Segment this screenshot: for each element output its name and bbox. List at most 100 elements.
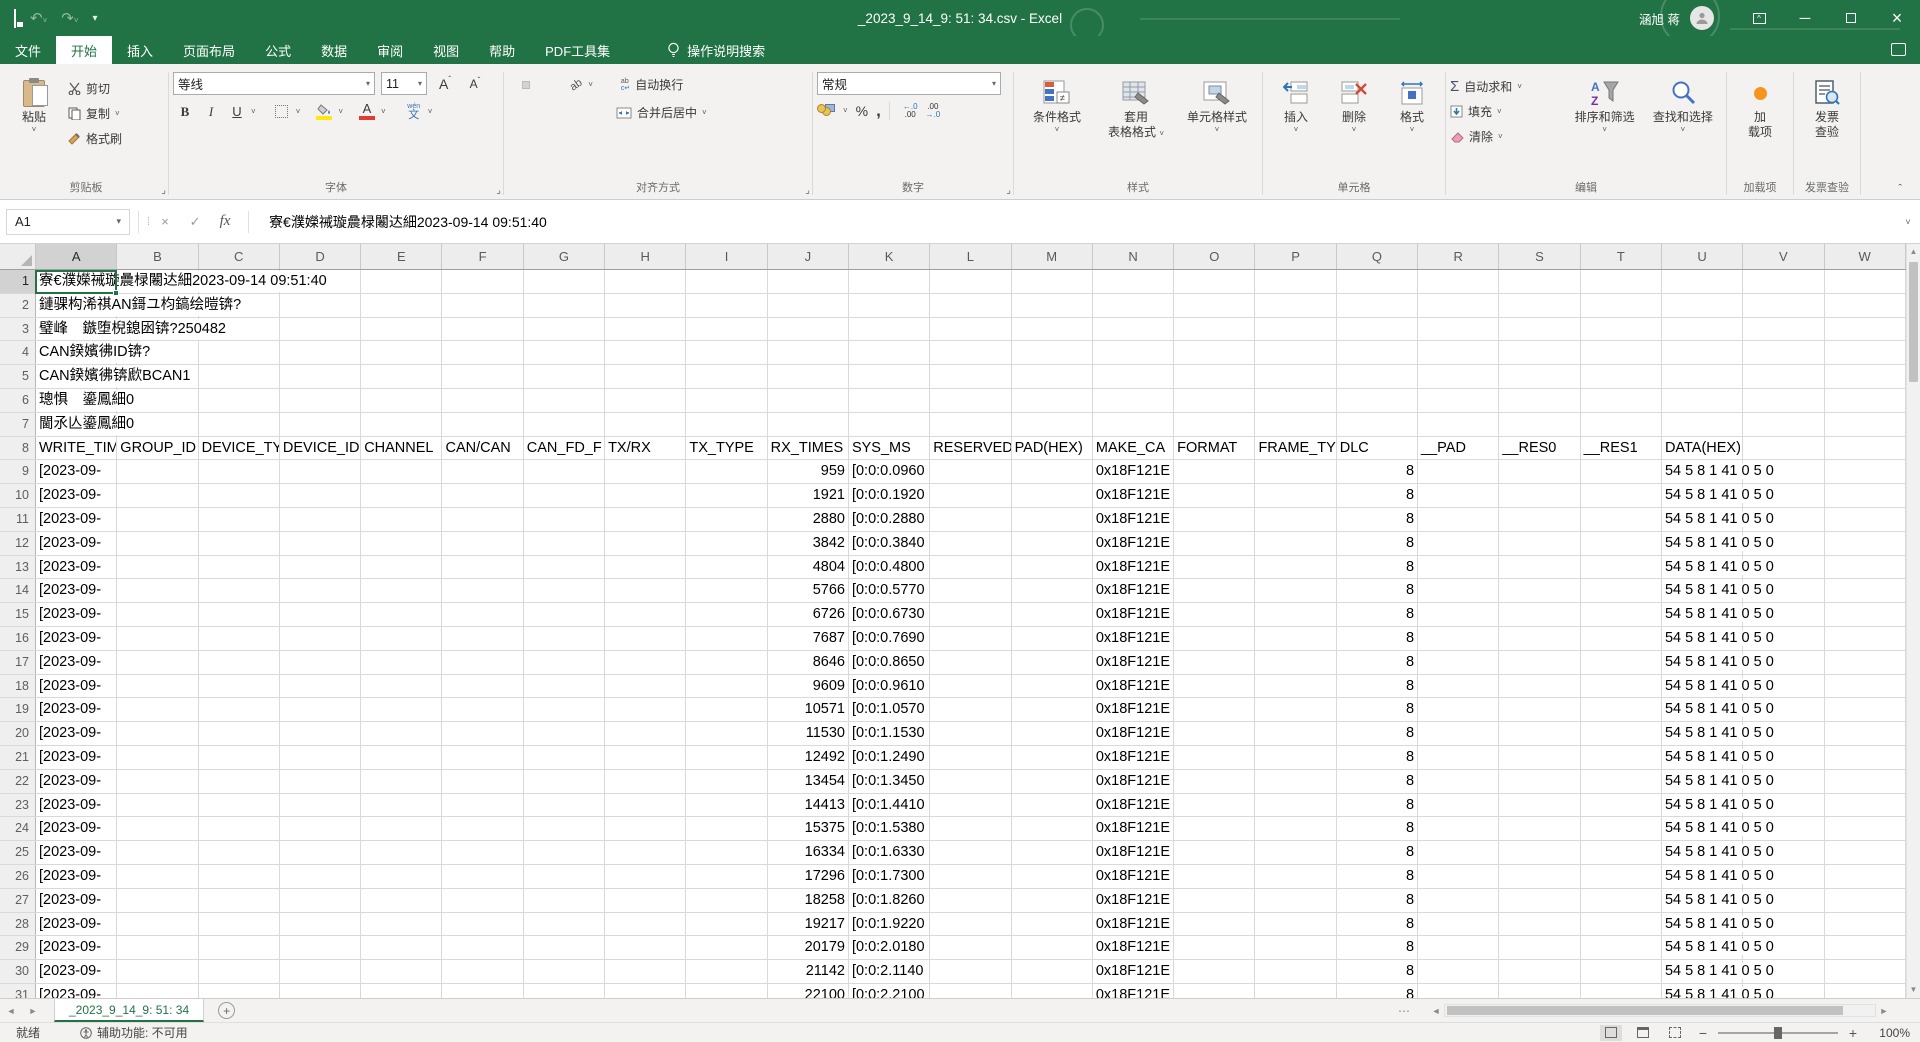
cell-R10[interactable] bbox=[1418, 484, 1499, 507]
cell-E1[interactable] bbox=[361, 270, 442, 293]
cell-B11[interactable] bbox=[117, 508, 198, 531]
cell-K6[interactable] bbox=[849, 389, 930, 412]
cell-K19[interactable]: [0:0:1.0570 bbox=[849, 698, 930, 721]
number-dialog-launcher-icon[interactable]: ⌟ bbox=[1006, 182, 1011, 200]
cell-C14[interactable] bbox=[199, 579, 280, 602]
cell-J7[interactable] bbox=[768, 413, 849, 436]
cell-K21[interactable]: [0:0:1.2490 bbox=[849, 746, 930, 769]
cell-I31[interactable] bbox=[686, 984, 767, 998]
cell-F31[interactable] bbox=[442, 984, 523, 998]
cell-C23[interactable] bbox=[199, 794, 280, 817]
addins-button[interactable]: 加载项 bbox=[1731, 72, 1789, 179]
cell-C19[interactable] bbox=[199, 698, 280, 721]
cell-N24[interactable]: 0x18F121E bbox=[1093, 817, 1174, 840]
cell-D24[interactable] bbox=[280, 817, 361, 840]
cell-E22[interactable] bbox=[361, 770, 442, 793]
cell-N2[interactable] bbox=[1093, 294, 1174, 317]
cell-M12[interactable] bbox=[1012, 532, 1093, 555]
cell-D10[interactable] bbox=[280, 484, 361, 507]
cell-H19[interactable] bbox=[605, 698, 686, 721]
sheet-nav-left-icon[interactable]: ◄ bbox=[0, 999, 22, 1022]
cell-D31[interactable] bbox=[280, 984, 361, 998]
cell-G26[interactable] bbox=[524, 865, 605, 888]
confirm-entry-icon[interactable]: ✓ bbox=[180, 214, 210, 230]
increase-indent-button[interactable] bbox=[584, 109, 592, 117]
merge-center-button[interactable]: 合并后居中 ˅ bbox=[616, 100, 707, 125]
cell-O14[interactable] bbox=[1174, 579, 1255, 602]
cell-R25[interactable] bbox=[1418, 841, 1499, 864]
cell-M6[interactable] bbox=[1012, 389, 1093, 412]
cut-button[interactable]: 剪切 bbox=[68, 76, 122, 101]
cell-O24[interactable] bbox=[1174, 817, 1255, 840]
cell-J8[interactable]: RX_TIMES bbox=[768, 437, 849, 460]
cell-K8[interactable]: SYS_MS bbox=[849, 437, 930, 460]
cell-M8[interactable]: PAD(HEX) bbox=[1012, 437, 1093, 460]
customize-quick-access-icon[interactable]: ▾ bbox=[93, 13, 98, 24]
cell-F22[interactable] bbox=[442, 770, 523, 793]
cell-B21[interactable] bbox=[117, 746, 198, 769]
cell-G2[interactable] bbox=[524, 294, 605, 317]
cell-I11[interactable] bbox=[686, 508, 767, 531]
tab-data[interactable]: 数据 bbox=[306, 36, 362, 64]
cell-D6[interactable] bbox=[280, 389, 361, 412]
cell-M13[interactable] bbox=[1012, 556, 1093, 579]
cell-M29[interactable] bbox=[1012, 936, 1093, 959]
cell-U21[interactable]: 54 5 8 1 41 0 5 0 bbox=[1662, 746, 1743, 769]
decrease-font-size-button[interactable]: Aˇ bbox=[463, 72, 487, 95]
column-header-B[interactable]: B bbox=[117, 244, 198, 269]
cell-P22[interactable] bbox=[1255, 770, 1336, 793]
cell-S16[interactable] bbox=[1499, 627, 1580, 650]
cell-J4[interactable] bbox=[768, 341, 849, 364]
cell-V6[interactable] bbox=[1743, 389, 1824, 412]
cell-U7[interactable] bbox=[1662, 413, 1743, 436]
cell-G28[interactable] bbox=[524, 913, 605, 936]
cell-L3[interactable] bbox=[930, 318, 1011, 341]
cell-O29[interactable] bbox=[1174, 936, 1255, 959]
cell-U31[interactable]: 54 5 8 1 41 0 5 0 bbox=[1662, 984, 1743, 998]
horizontal-scrollbar[interactable]: ◄ ► bbox=[1428, 1002, 1892, 1019]
cell-L19[interactable] bbox=[930, 698, 1011, 721]
column-header-A[interactable]: A bbox=[36, 244, 117, 269]
column-header-Q[interactable]: Q bbox=[1337, 244, 1418, 269]
cell-U22[interactable]: 54 5 8 1 41 0 5 0 bbox=[1662, 770, 1743, 793]
cell-E13[interactable] bbox=[361, 556, 442, 579]
cell-V1[interactable] bbox=[1743, 270, 1824, 293]
percent-style-button[interactable]: % bbox=[856, 103, 868, 119]
cell-I12[interactable] bbox=[686, 532, 767, 555]
cell-P8[interactable]: FRAME_TY bbox=[1255, 437, 1336, 460]
cell-I25[interactable] bbox=[686, 841, 767, 864]
cell-styles-button[interactable]: 单元格样式 ˅ bbox=[1177, 72, 1257, 179]
cell-R16[interactable] bbox=[1418, 627, 1499, 650]
cell-C28[interactable] bbox=[199, 913, 280, 936]
column-header-T[interactable]: T bbox=[1581, 244, 1662, 269]
cell-U10[interactable]: 54 5 8 1 41 0 5 0 bbox=[1662, 484, 1743, 507]
cell-T28[interactable] bbox=[1581, 913, 1662, 936]
cell-P12[interactable] bbox=[1255, 532, 1336, 555]
row-header-17[interactable]: 17 bbox=[0, 651, 36, 674]
cell-H27[interactable] bbox=[605, 889, 686, 912]
cell-G14[interactable] bbox=[524, 579, 605, 602]
cell-C6[interactable] bbox=[199, 389, 280, 412]
cell-L20[interactable] bbox=[930, 722, 1011, 745]
cell-R20[interactable] bbox=[1418, 722, 1499, 745]
cell-G15[interactable] bbox=[524, 603, 605, 626]
cell-J31[interactable]: 22100 bbox=[768, 984, 849, 998]
cell-U24[interactable]: 54 5 8 1 41 0 5 0 bbox=[1662, 817, 1743, 840]
cell-C30[interactable] bbox=[199, 960, 280, 983]
cell-H9[interactable] bbox=[605, 460, 686, 483]
cell-W15[interactable] bbox=[1825, 603, 1906, 626]
cell-I30[interactable] bbox=[686, 960, 767, 983]
column-header-V[interactable]: V bbox=[1743, 244, 1824, 269]
clipboard-dialog-launcher-icon[interactable]: ⌟ bbox=[161, 182, 166, 200]
cell-Q9[interactable]: 8 bbox=[1337, 460, 1418, 483]
cell-K5[interactable] bbox=[849, 365, 930, 388]
cell-K24[interactable]: [0:0:1.5380 bbox=[849, 817, 930, 840]
cell-S30[interactable] bbox=[1499, 960, 1580, 983]
column-header-R[interactable]: R bbox=[1418, 244, 1499, 269]
cell-U4[interactable] bbox=[1662, 341, 1743, 364]
cell-T17[interactable] bbox=[1581, 651, 1662, 674]
cell-E5[interactable] bbox=[361, 365, 442, 388]
cell-R19[interactable] bbox=[1418, 698, 1499, 721]
cell-G17[interactable] bbox=[524, 651, 605, 674]
cell-S22[interactable] bbox=[1499, 770, 1580, 793]
